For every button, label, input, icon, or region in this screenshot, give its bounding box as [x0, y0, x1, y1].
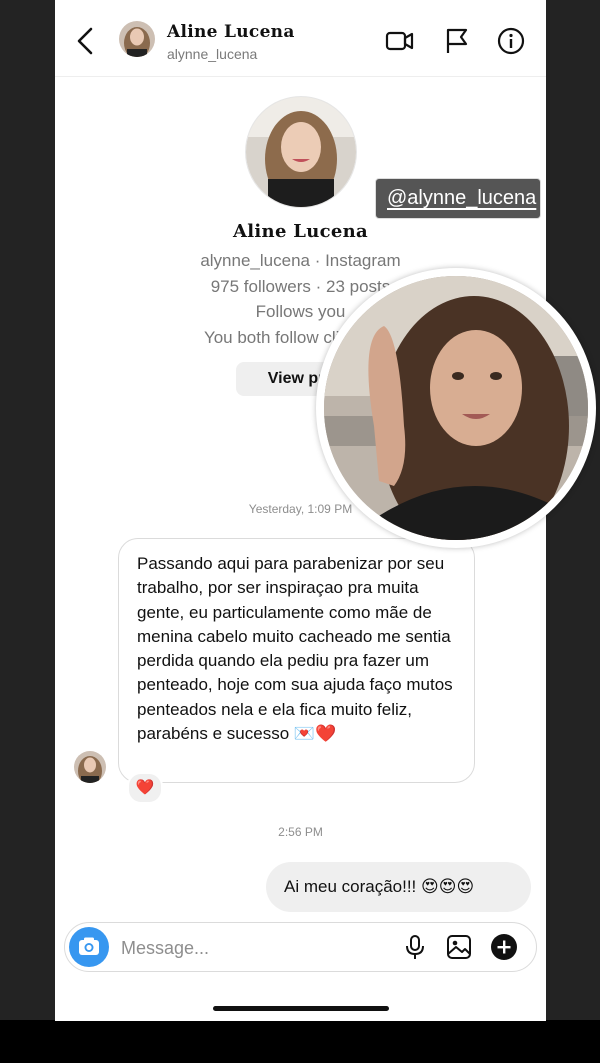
- microphone-icon[interactable]: [401, 933, 429, 961]
- video-call-icon[interactable]: [385, 26, 415, 56]
- profile-name: Aline Lucena: [233, 221, 368, 242]
- camera-icon[interactable]: [69, 927, 109, 967]
- header-name[interactable]: Aline Lucena: [167, 22, 295, 42]
- header-avatar[interactable]: [119, 21, 155, 57]
- mention-tag-text: @alynne_lucena: [387, 187, 537, 209]
- outgoing-message-bubble[interactable]: Ai meu coração!!! 😍😍😍: [266, 862, 531, 912]
- info-icon[interactable]: [496, 26, 526, 56]
- header-handle: alynne_lucena: [167, 46, 258, 62]
- screen-bottom-band: [0, 1020, 600, 1063]
- incoming-message-bubble[interactable]: Passando aqui para parabenizar por seu t…: [118, 538, 475, 783]
- flag-icon[interactable]: [442, 26, 472, 56]
- heart-reaction[interactable]: ❤️: [127, 772, 163, 804]
- sender-avatar[interactable]: [74, 751, 106, 783]
- profile-avatar[interactable]: [245, 96, 357, 208]
- mention-tag-sticker: @alynne_lucena: [375, 178, 541, 219]
- home-indicator: [213, 1006, 389, 1011]
- timestamp-today: 2:56 PM: [278, 825, 323, 839]
- thread-header: Aline Lucena alynne_lucena: [55, 0, 546, 77]
- gallery-icon[interactable]: [445, 933, 473, 961]
- message-composer: [64, 922, 537, 972]
- add-icon[interactable]: [490, 933, 518, 961]
- back-chevron-icon[interactable]: [73, 24, 101, 58]
- message-input[interactable]: [119, 931, 393, 965]
- circular-video-overlay: [316, 268, 596, 548]
